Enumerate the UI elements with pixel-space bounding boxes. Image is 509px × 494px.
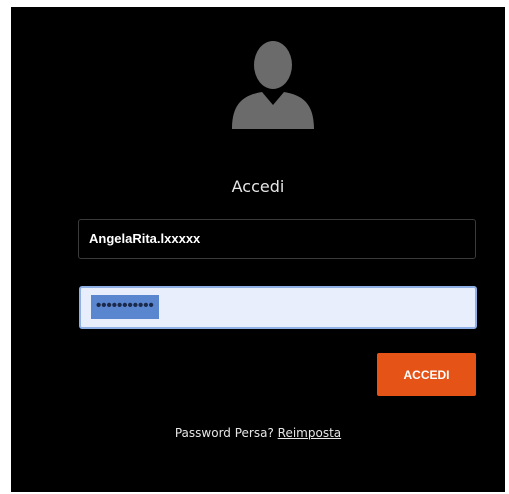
accedi-button[interactable]: ACCEDI xyxy=(377,353,476,396)
login-panel: Accedi AngelaRita.lxxxxx ••••••••••• ACC… xyxy=(11,7,505,492)
login-title: Accedi xyxy=(231,177,285,196)
username-value: AngelaRita.lxxxxx xyxy=(89,231,201,246)
password-value-selected: ••••••••••• xyxy=(91,295,159,319)
reset-password-link[interactable]: Reimposta xyxy=(278,426,341,440)
forgot-password-text: Password Persa? xyxy=(174,426,274,440)
user-avatar-icon xyxy=(232,41,314,129)
password-input[interactable]: ••••••••••• xyxy=(79,286,477,329)
forgot-password-row: Password Persa? Reimposta xyxy=(11,426,505,440)
username-input[interactable]: AngelaRita.lxxxxx xyxy=(78,219,476,259)
